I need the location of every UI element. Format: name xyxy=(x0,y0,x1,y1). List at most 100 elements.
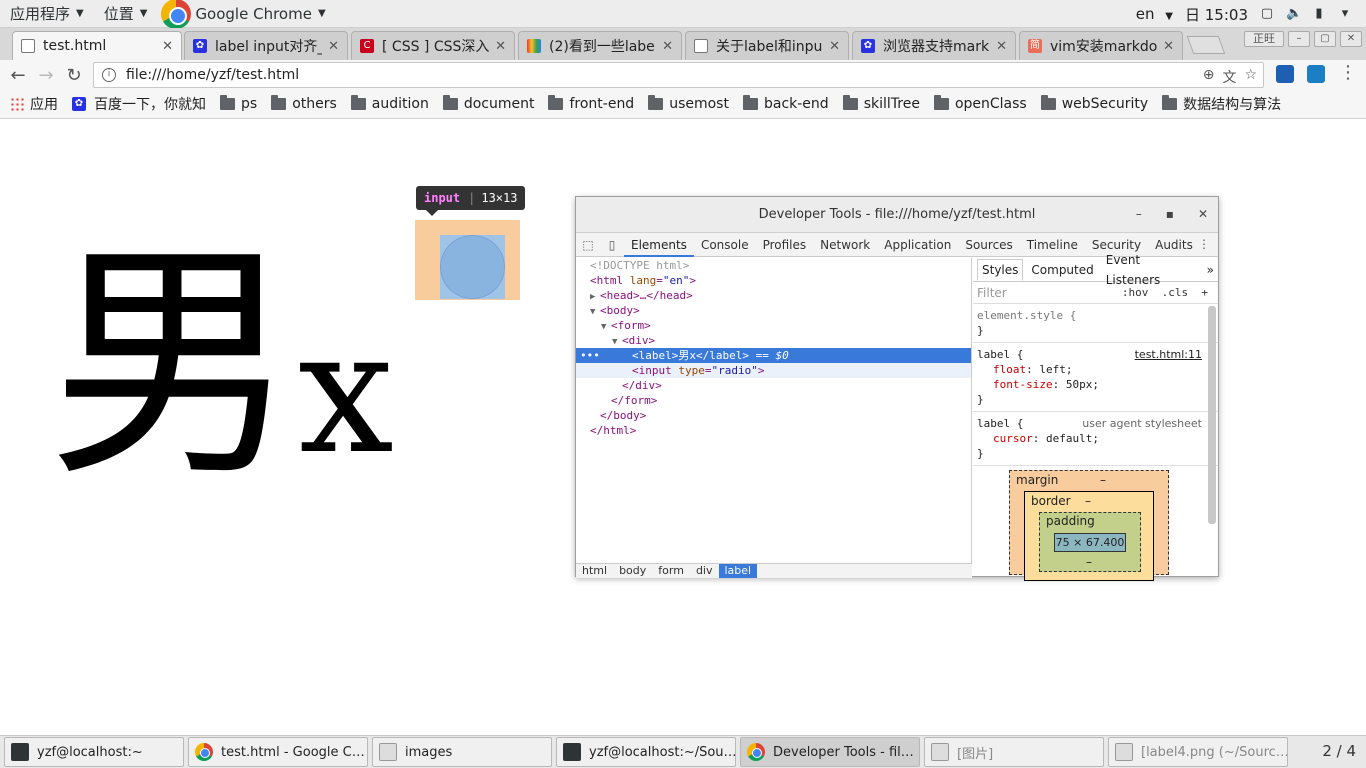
maximize-icon[interactable]: ▢ xyxy=(1314,31,1336,47)
breadcrumb-html[interactable]: html xyxy=(576,564,613,578)
hov-toggle[interactable]: :hov xyxy=(1122,286,1149,299)
minimize-icon[interactable]: – xyxy=(1136,207,1142,221)
css-property[interactable]: font-size: 50px; xyxy=(977,377,1214,392)
styles-scrollbar[interactable] xyxy=(1208,306,1216,524)
bookmark-folder-algorithms[interactable]: 数据结构与算法 xyxy=(1162,94,1281,114)
tab-console[interactable]: Console xyxy=(694,233,756,257)
tab-about-label[interactable]: 关于label和inpu ✕ xyxy=(685,31,849,60)
element-style-rule[interactable]: element.style { } xyxy=(973,304,1218,343)
task-terminal-2[interactable]: yzf@localhost:~/Sou… xyxy=(556,737,736,767)
workspace-indicator[interactable]: 2 / 4 xyxy=(1322,742,1356,760)
tab-see-label[interactable]: (2)看到一些labe ✕ xyxy=(518,31,682,60)
dom-node-body-close[interactable]: </body> xyxy=(576,408,971,423)
close-icon[interactable]: ✕ xyxy=(1340,31,1362,47)
dom-node-form-close[interactable]: </form> xyxy=(576,393,971,408)
tab-vim-markdown[interactable]: 简 vim安装markdov ✕ xyxy=(1019,31,1183,60)
task-chrome-test[interactable]: test.html - Google C… xyxy=(188,737,368,767)
dom-node-html[interactable]: <html lang="en"> xyxy=(576,273,971,288)
chevron-down-icon[interactable]: ▾ xyxy=(1338,7,1352,21)
info-icon[interactable]: i xyxy=(102,68,116,82)
task-terminal-1[interactable]: yzf@localhost:~ xyxy=(4,737,184,767)
task-images[interactable]: images xyxy=(372,737,552,767)
tab-sources[interactable]: Sources xyxy=(958,233,1019,257)
zoom-icon[interactable]: ⊕ xyxy=(1203,67,1215,87)
applications-menu[interactable]: 应用程序 ▼ xyxy=(0,0,94,28)
close-icon[interactable]: ✕ xyxy=(495,39,506,54)
tab-computed[interactable]: Computed xyxy=(1027,260,1097,280)
dom-node-input[interactable]: <input type="radio"> xyxy=(576,363,971,378)
bookmark-star-icon[interactable]: ☆ xyxy=(1244,67,1257,87)
tab-timeline[interactable]: Timeline xyxy=(1020,233,1085,257)
close-icon[interactable]: ✕ xyxy=(162,39,173,54)
screen-icon[interactable]: ▢ xyxy=(1260,7,1274,21)
clock[interactable]: 日 15:03 xyxy=(1185,4,1248,25)
close-icon[interactable]: ✕ xyxy=(1163,39,1174,54)
dom-node-doctype[interactable]: <!DOCTYPE html> xyxy=(576,258,971,273)
chrome-menu-icon[interactable]: ⋮ xyxy=(1334,62,1362,83)
ellipsis-icon[interactable]: ••• xyxy=(576,348,620,363)
styles-filter[interactable]: Filter :hov .cls + xyxy=(973,282,1218,304)
tab-label-input[interactable]: ✿ label input对齐_ ✕ xyxy=(184,31,348,60)
tab-profiles[interactable]: Profiles xyxy=(756,233,814,257)
address-bar[interactable]: i file:///home/yzf/test.html ⊕ 文 ☆ xyxy=(93,62,1264,88)
forward-arrow-icon[interactable]: → xyxy=(32,65,60,86)
app-menu[interactable]: Google Chrome ▼ xyxy=(157,0,335,29)
battery-icon[interactable]: ▮ xyxy=(1312,7,1326,21)
device-toolbar-icon[interactable]: ▯ xyxy=(600,238,624,252)
dom-node-head[interactable]: ▶ <head>…</head> xyxy=(576,288,971,303)
places-menu[interactable]: 位置 ▼ xyxy=(94,0,158,28)
restore-label-button[interactable]: 正旺 xyxy=(1244,31,1284,47)
tab-application[interactable]: Application xyxy=(877,233,958,257)
task-pictures[interactable]: [图片] xyxy=(924,737,1104,767)
breadcrumb-body[interactable]: body xyxy=(613,564,652,578)
tab-styles[interactable]: Styles xyxy=(977,258,1024,281)
task-devtools[interactable]: Developer Tools - fil… xyxy=(740,737,920,767)
dom-node-div-close[interactable]: </div> xyxy=(576,378,971,393)
devtools-titlebar[interactable]: Developer Tools - file:///home/yzf/test.… xyxy=(576,197,1218,233)
bookmark-folder-websecurity[interactable]: webSecurity xyxy=(1040,95,1148,112)
add-rule-icon[interactable]: + xyxy=(1201,286,1208,299)
dom-node-html-close[interactable]: </html> xyxy=(576,423,971,438)
tab-network[interactable]: Network xyxy=(813,233,877,257)
more-options-icon[interactable]: ⋮ xyxy=(1198,237,1210,251)
bookmark-folder-usemost[interactable]: usemost xyxy=(648,95,729,112)
dom-node-label[interactable]: ••• <label>男x</label> == $0 xyxy=(576,348,971,363)
tab-browser-mark[interactable]: ✿ 浏览器支持mark ✕ xyxy=(852,31,1016,60)
bookmark-folder-openclass[interactable]: openClass xyxy=(933,95,1027,112)
bookmark-folder-back-end[interactable]: back-end xyxy=(742,95,829,112)
bookmark-folder-ps[interactable]: ps xyxy=(220,95,257,112)
tab-test-html[interactable]: test.html ✕ xyxy=(12,31,182,60)
inspect-element-icon[interactable]: ⬚ xyxy=(576,238,600,252)
css-rule-label[interactable]: label { test.html:11 float: left; font-s… xyxy=(973,343,1218,412)
close-icon[interactable]: ✕ xyxy=(1198,207,1208,221)
extension-icon[interactable] xyxy=(1276,65,1294,83)
collapse-arrow-icon[interactable]: ▼ xyxy=(590,305,600,320)
breadcrumb-label[interactable]: label xyxy=(718,564,758,578)
dom-node-body[interactable]: ▼ <body> xyxy=(576,303,971,318)
bookmark-folder-others[interactable]: others xyxy=(271,95,337,112)
bookmark-folder-skilltree[interactable]: skillTree xyxy=(842,95,920,112)
close-icon[interactable]: ✕ xyxy=(328,39,339,54)
close-icon[interactable]: ✕ xyxy=(829,39,840,54)
dom-node-form[interactable]: ▼ <form> xyxy=(576,318,971,333)
back-arrow-icon[interactable]: ← xyxy=(4,65,32,86)
tab-elements[interactable]: Elements xyxy=(624,233,694,257)
breadcrumb-form[interactable]: form xyxy=(652,564,690,578)
more-tabs-icon[interactable]: » xyxy=(1203,260,1218,280)
task-image-viewer[interactable]: [label4.png (~/Sourc… xyxy=(1108,737,1288,767)
css-property[interactable]: float: left; xyxy=(977,362,1214,377)
bookmark-apps[interactable]: 应用 xyxy=(10,94,58,114)
box-model-content[interactable]: 75 × 67.400 xyxy=(1054,533,1126,552)
extension-icon[interactable] xyxy=(1307,65,1325,83)
breadcrumb-div[interactable]: div xyxy=(690,564,719,578)
bookmark-baidu[interactable]: ✿ 百度一下，你就知 xyxy=(72,94,206,114)
maximize-icon[interactable]: ▪ xyxy=(1166,207,1174,221)
minimize-icon[interactable]: – xyxy=(1288,31,1310,47)
close-icon[interactable]: ✕ xyxy=(662,39,673,54)
bookmark-folder-document[interactable]: document xyxy=(442,95,534,112)
cls-toggle[interactable]: .cls xyxy=(1162,286,1189,299)
input-method-indicator[interactable]: en ▼ xyxy=(1136,5,1173,23)
tab-css-deep[interactable]: C [ CSS ] CSS深入 ✕ xyxy=(351,31,515,60)
radio-input[interactable] xyxy=(440,235,505,299)
reload-icon[interactable]: ↻ xyxy=(60,65,88,86)
